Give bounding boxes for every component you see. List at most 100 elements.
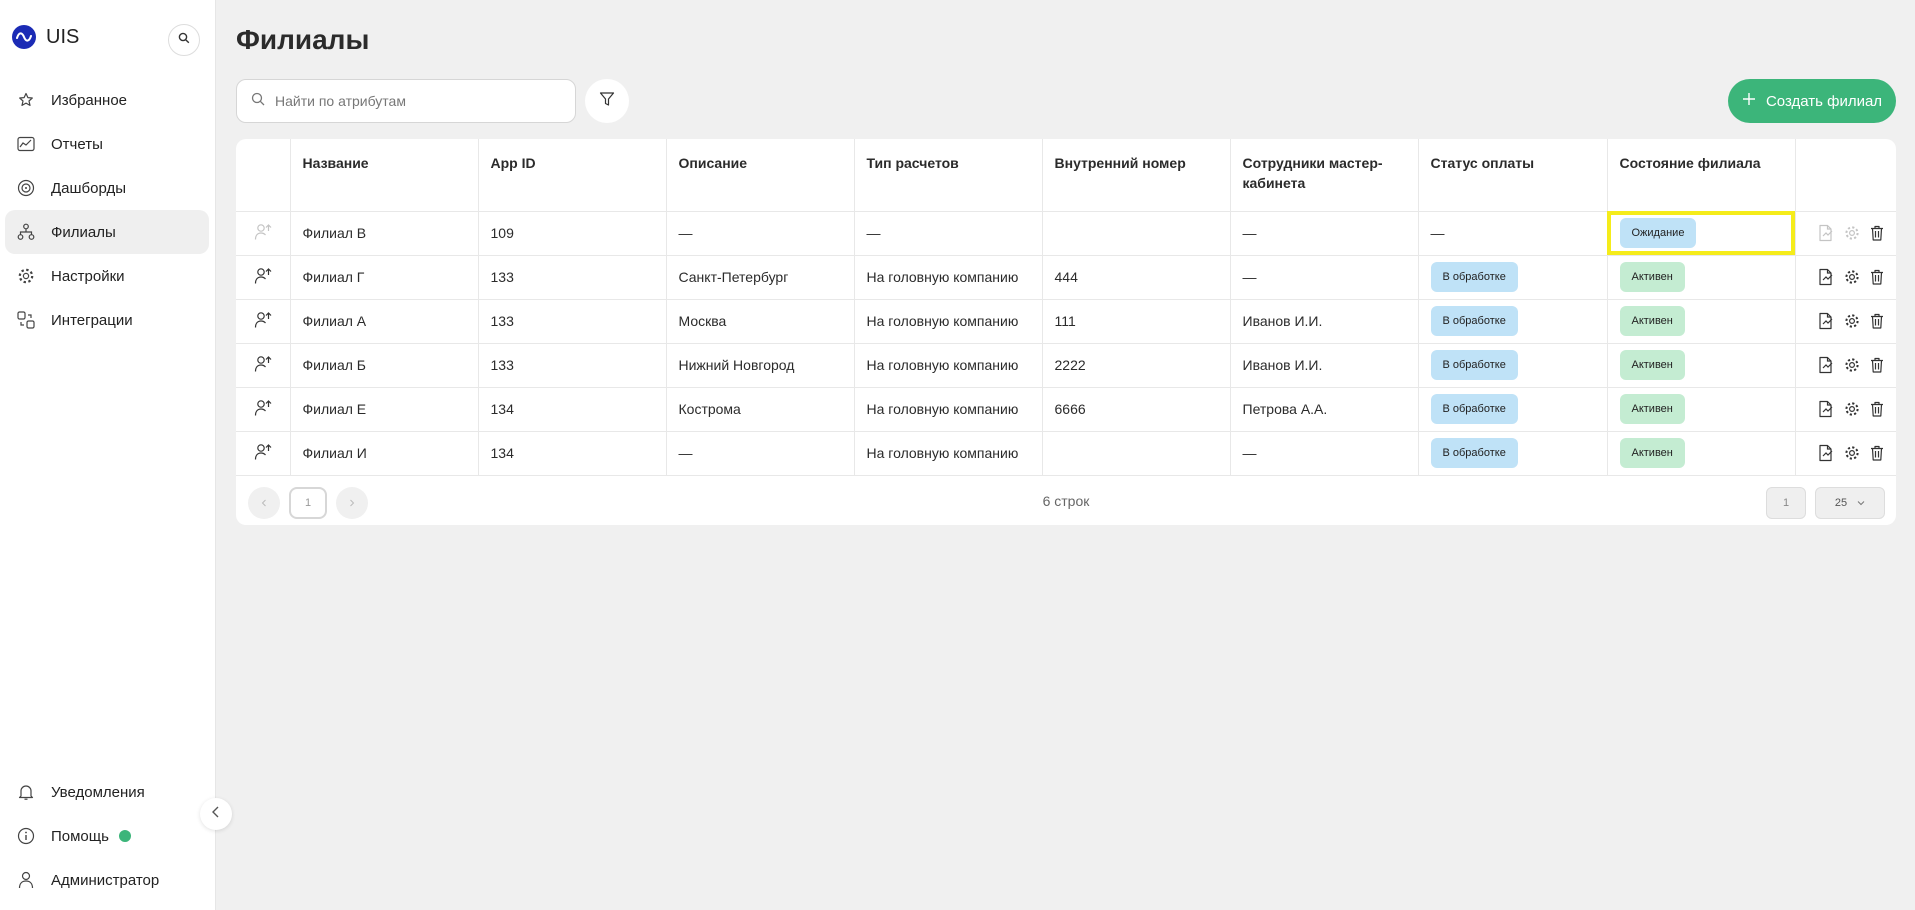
sidebar-item-label: Филиалы [51, 223, 116, 241]
user-icon [16, 870, 36, 890]
invite-cell[interactable] [236, 431, 291, 476]
search-input[interactable] [275, 93, 555, 109]
page-title: Филиалы [236, 24, 370, 55]
cell-staff: — [1230, 211, 1419, 256]
payment-status-badge: В обработке [1430, 306, 1518, 336]
invite-user-icon[interactable] [254, 267, 272, 288]
gear-icon[interactable] [1844, 445, 1860, 461]
trash-icon[interactable] [1870, 225, 1884, 241]
sidebar-item-settings[interactable]: Настройки [5, 254, 209, 298]
filter-button[interactable] [585, 79, 629, 123]
invite-user-icon[interactable] [254, 311, 272, 332]
cell-internal-number [1042, 431, 1231, 476]
invite-cell[interactable] [236, 211, 291, 256]
create-branch-button[interactable]: Создать филиал [1728, 79, 1896, 123]
cell-staff: — [1230, 431, 1419, 476]
sidebar-item-label: Администратор [51, 871, 160, 889]
create-branch-label: Создать филиал [1765, 92, 1883, 110]
cell-description: Санкт-Петербург [666, 255, 855, 300]
cell-name[interactable]: Филиал И [290, 431, 479, 476]
trash-icon[interactable] [1870, 269, 1884, 285]
table-row[interactable]: Филиал И 134 — На головную компанию — В … [236, 431, 1896, 476]
cell-name[interactable]: Филиал Е [290, 387, 479, 432]
gear-icon[interactable] [1844, 357, 1860, 373]
table-header-row: Название App ID Описание Тип расчетов Вн… [236, 139, 1896, 212]
invite-cell[interactable] [236, 387, 291, 432]
column-header-description[interactable]: Описание [666, 139, 855, 212]
sidebar-item-help[interactable]: Помощь [5, 814, 209, 858]
sidebar-item-dashboards[interactable]: Дашборды [5, 166, 209, 210]
column-header-payment-status[interactable]: Статус оплаты [1418, 139, 1608, 212]
trash-icon[interactable] [1870, 401, 1884, 417]
invite-cell[interactable] [236, 255, 291, 300]
sidebar-item-label: Отчеты [51, 135, 103, 153]
table-row[interactable]: Филиал Е 134 Кострома На головную компан… [236, 387, 1896, 432]
table-row[interactable]: Филиал В 109 — — — — Ожидание [236, 211, 1896, 256]
sidebar-item-integrations[interactable]: Интеграции [5, 298, 209, 342]
invite-cell[interactable] [236, 299, 291, 344]
sidebar-item-reports[interactable]: Отчеты [5, 122, 209, 166]
report-doc-icon[interactable] [1818, 312, 1834, 330]
payment-status-text: — [1430, 225, 1445, 241]
cell-actions [1795, 255, 1896, 300]
table-row[interactable]: Филиал Г 133 Санкт-Петербург На головную… [236, 255, 1896, 300]
pagination: 1 6 строк 1 25 [236, 478, 1896, 524]
column-header-calc-type[interactable]: Тип расчетов [854, 139, 1043, 212]
column-header-staff[interactable]: Сотрудники мастер-кабинета [1230, 139, 1419, 212]
page-size-select[interactable]: 25 [1815, 487, 1885, 519]
uis-logo-icon [12, 25, 36, 49]
sidebar-item-notifications[interactable]: Уведомления [5, 770, 209, 814]
invite-user-icon[interactable] [254, 443, 272, 464]
sidebar: UIS Избранное Отчеты Дашборды Филиалы На… [0, 0, 216, 910]
invite-cell[interactable] [236, 343, 291, 388]
sidebar-item-favorites[interactable]: Избранное [5, 78, 209, 122]
cell-payment-status: — [1418, 211, 1608, 256]
report-doc-icon[interactable] [1818, 444, 1834, 462]
trash-icon[interactable] [1870, 445, 1884, 461]
search-icon [251, 92, 265, 111]
sidebar-search-button[interactable] [168, 24, 200, 56]
collapse-sidebar-button[interactable] [200, 798, 232, 830]
column-header-name[interactable]: Название [290, 139, 479, 212]
report-doc-icon[interactable] [1818, 268, 1834, 286]
cell-name[interactable]: Филиал А [290, 299, 479, 344]
cell-name[interactable]: Филиал Б [290, 343, 479, 388]
column-header-app-id[interactable]: App ID [478, 139, 667, 212]
cell-payment-status: В обработке [1418, 255, 1608, 300]
report-doc-icon[interactable] [1818, 400, 1834, 418]
search-box[interactable] [236, 79, 576, 123]
invite-user-icon[interactable] [254, 355, 272, 376]
report-doc-icon[interactable] [1818, 224, 1834, 242]
chevron-left-icon [211, 805, 221, 823]
gear-icon[interactable] [1844, 225, 1860, 241]
sidebar-item-branches[interactable]: Филиалы [5, 210, 209, 254]
table-row[interactable]: Филиал Б 133 Нижний Новгород На головную… [236, 343, 1896, 388]
trash-icon[interactable] [1870, 313, 1884, 329]
cell-staff: Петрова А.А. [1230, 387, 1419, 432]
invite-user-icon[interactable] [254, 399, 272, 420]
gear-icon[interactable] [1844, 269, 1860, 285]
sidebar-item-admin[interactable]: Администратор [5, 858, 209, 902]
column-header-internal-number[interactable]: Внутренний номер [1042, 139, 1231, 212]
cell-name[interactable]: Филиал Г [290, 255, 479, 300]
cell-internal-number [1042, 211, 1231, 256]
cell-internal-number: 444 [1042, 255, 1231, 300]
bell-icon [16, 782, 36, 802]
cell-branch-state: Активен [1607, 255, 1796, 300]
cell-name[interactable]: Филиал В [290, 211, 479, 256]
report-doc-icon[interactable] [1818, 356, 1834, 374]
table-row[interactable]: Филиал А 133 Москва На головную компанию… [236, 299, 1896, 344]
branch-state-badge: Активен [1619, 438, 1685, 468]
cell-internal-number: 2222 [1042, 343, 1231, 388]
page-number-input[interactable]: 1 [1766, 487, 1806, 519]
cell-app-id: 133 [478, 299, 667, 344]
trash-icon[interactable] [1870, 357, 1884, 373]
brand[interactable]: UIS [12, 25, 79, 49]
gear-icon[interactable] [1844, 401, 1860, 417]
gear-icon[interactable] [1844, 313, 1860, 329]
column-header-branch-state[interactable]: Состояние филиала [1607, 139, 1796, 212]
cell-branch-state: Активен [1607, 387, 1796, 432]
column-header-icon [236, 139, 291, 212]
cell-calc-type: На головную компанию [854, 343, 1043, 388]
branches-icon [16, 222, 36, 242]
